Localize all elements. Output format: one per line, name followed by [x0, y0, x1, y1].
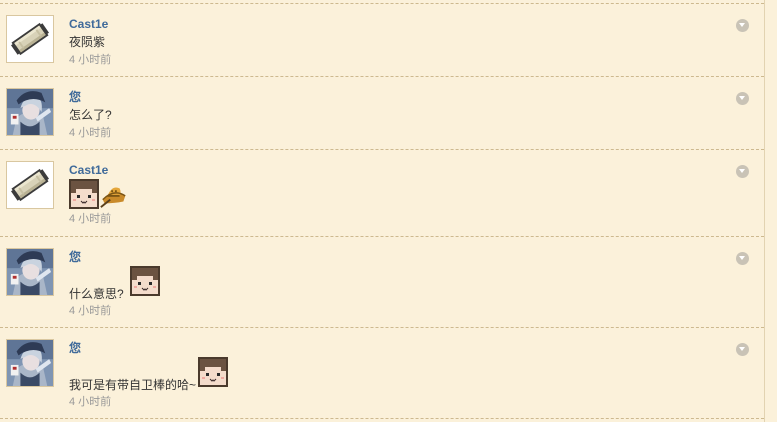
message-text: 我可是有带自卫棒的哈~: [69, 378, 197, 392]
list-item: Cast1e 4 小时前: [0, 149, 764, 236]
chevron-down-icon[interactable]: [736, 92, 749, 105]
message-time: 4 小时前: [69, 396, 112, 408]
chevron-down-icon[interactable]: [736, 252, 749, 265]
avatar[interactable]: [6, 161, 54, 209]
chevron-down-icon[interactable]: [736, 165, 749, 178]
avatar[interactable]: [6, 88, 54, 136]
message-text: 夜陨紫: [69, 35, 106, 49]
message-text: 什么意思?: [69, 287, 124, 301]
blocky-face-emoticon: [197, 356, 229, 388]
paper-scroll-icon: [7, 16, 53, 62]
avatar[interactable]: [6, 339, 54, 387]
list-item: 您 怎么了? 4 小时前: [0, 76, 764, 149]
blocky-face-emoticon: [68, 178, 100, 210]
list-item: 您 我可是有带自卫棒的哈~ 4 小时前: [0, 327, 764, 419]
message-text: 怎么了?: [69, 108, 112, 122]
list-item: 您 什么意思? 4 小时前: [0, 236, 764, 327]
user-avatar-icon: [7, 340, 53, 386]
user-avatar-icon: [7, 249, 53, 295]
avatar[interactable]: [6, 248, 54, 296]
sender-name[interactable]: 您: [69, 341, 81, 355]
list-item: Cast1e 夜陨紫 4 小时前: [0, 3, 764, 76]
avatar[interactable]: [6, 15, 54, 63]
message-time: 4 小时前: [69, 305, 112, 317]
sender-name[interactable]: 您: [69, 90, 81, 104]
blocky-face-emoticon: [129, 265, 161, 297]
message-time: 4 小时前: [69, 213, 112, 225]
chevron-down-icon[interactable]: [736, 19, 749, 32]
paper-scroll-icon: [7, 162, 53, 208]
sender-name[interactable]: 您: [69, 250, 81, 264]
user-avatar-icon: [7, 89, 53, 135]
message-time: 4 小时前: [69, 127, 112, 139]
message-time: 4 小时前: [69, 54, 112, 66]
safari-hat-emoticon: [99, 179, 129, 209]
message-thread: Cast1e 夜陨紫 4 小时前 您 怎么了? 4 小时前 Cast1e 4 小…: [0, 0, 765, 422]
sender-name[interactable]: Cast1e: [69, 163, 108, 177]
chevron-down-icon[interactable]: [736, 343, 749, 356]
sender-name[interactable]: Cast1e: [69, 17, 108, 31]
